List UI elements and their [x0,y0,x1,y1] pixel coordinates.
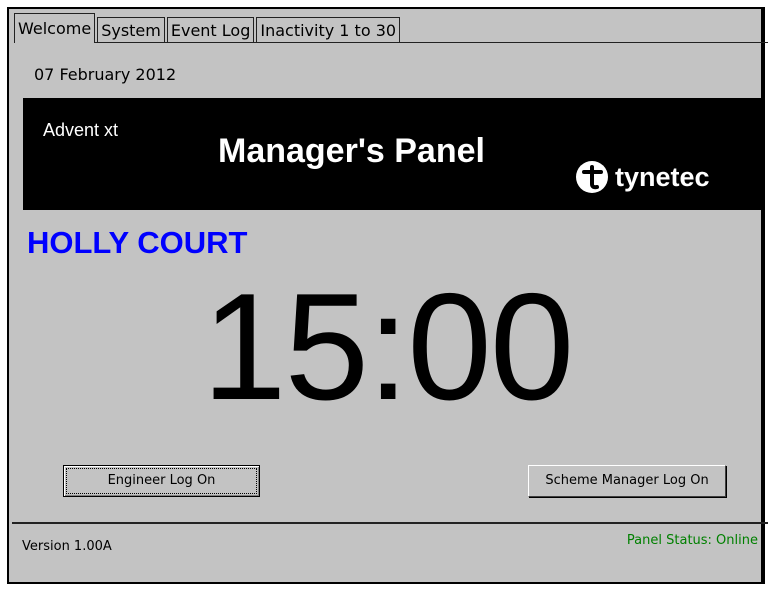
tab-inactivity[interactable]: Inactivity 1 to 30 [256,17,401,43]
scheme-manager-log-on-button[interactable]: Scheme Manager Log On [528,465,726,497]
tab-system[interactable]: System [97,17,165,43]
product-name: Advent xt [43,120,119,140]
version-label: Version 1.00A [22,539,112,554]
footer-divider [12,522,768,524]
tynetec-logo-icon [576,161,608,193]
clock-display: 15:00 [202,262,574,432]
banner-title: Manager's Panel [218,132,485,170]
tab-welcome[interactable]: Welcome [14,13,96,43]
tab-bar: Welcome System Event Log Inactivity 1 to… [14,10,402,43]
site-name: HOLLY COURT [27,225,248,260]
tab-event-log[interactable]: Event Log [166,17,255,43]
brand-logo: tynetec [575,160,710,194]
current-date: 07 February 2012 [34,65,177,84]
engineer-log-on-button[interactable]: Engineer Log On [63,465,260,497]
tab-underline [14,42,768,43]
panel-status: Panel Status: Online [626,533,758,548]
header-banner: Advent xt Manager's Panel tynetec [23,98,764,210]
brand-name: tynetec [615,161,710,192]
